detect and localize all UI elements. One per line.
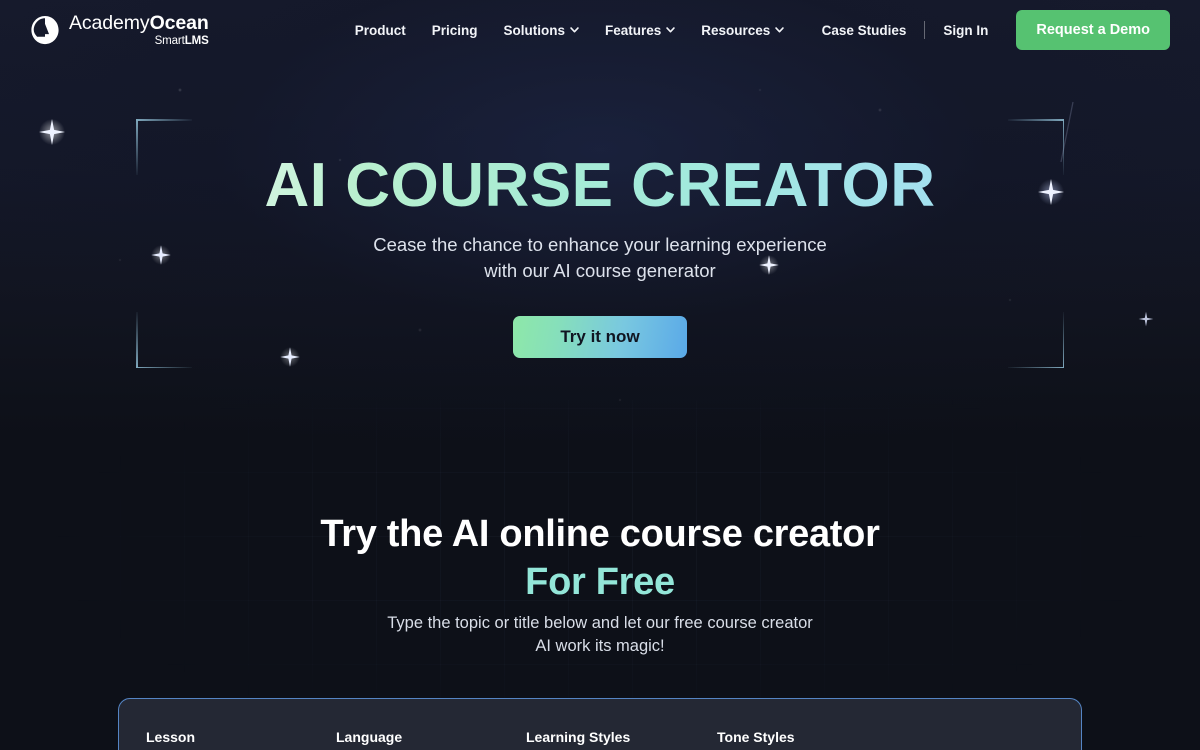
section-description-line1: Type the topic or title below and let ou… bbox=[387, 614, 813, 632]
brand-logo[interactable]: AcademyOcean SmartLMS bbox=[30, 13, 209, 47]
nav-item-solutions[interactable]: Solutions bbox=[491, 15, 593, 46]
nav-label: Features bbox=[605, 22, 662, 38]
hero-section: AI COURSE CREATOR Cease the chance to en… bbox=[0, 0, 1200, 440]
nav-label: Pricing bbox=[431, 22, 478, 38]
section-title-line1: Try the AI online course creator bbox=[320, 513, 880, 555]
chevron-down-icon bbox=[775, 27, 785, 33]
brand-tagline-bold: LMS bbox=[184, 34, 209, 47]
landing-page: AcademyOcean SmartLMS Product Pricing So… bbox=[0, 0, 1200, 750]
chevron-down-icon bbox=[666, 27, 676, 33]
nav-item-product[interactable]: Product bbox=[342, 15, 419, 46]
chevron-down-icon bbox=[570, 27, 579, 33]
section-title-accent: For Free bbox=[525, 561, 675, 603]
site-header: AcademyOcean SmartLMS Product Pricing So… bbox=[0, 0, 1200, 60]
section-description-line2: AI work its magic! bbox=[535, 637, 665, 655]
try-it-now-button[interactable]: Try it now bbox=[513, 316, 687, 358]
form-label-lesson: Lesson bbox=[146, 729, 196, 745]
form-label-tone-styles: Tone Styles bbox=[717, 729, 795, 745]
header-divider bbox=[924, 21, 926, 39]
nav-item-pricing[interactable]: Pricing bbox=[419, 15, 491, 46]
nav-item-features[interactable]: Features bbox=[592, 15, 688, 46]
form-label-language: Language bbox=[336, 729, 403, 745]
sign-in-link[interactable]: Sign In bbox=[931, 15, 1000, 46]
section-description: Type the topic or title below and let ou… bbox=[0, 612, 1200, 658]
academyocean-logo-icon bbox=[31, 15, 59, 45]
brand-name-bold: Ocean bbox=[149, 12, 209, 34]
brand-name: AcademyOcean bbox=[69, 12, 209, 34]
course-generator-form-card[interactable]: Lesson Language Learning Styles Tone Sty… bbox=[118, 698, 1082, 750]
main-navigation: Product Pricing Solutions Features Resou… bbox=[342, 15, 798, 46]
form-column-headers: Lesson Language Learning Styles Tone Sty… bbox=[119, 729, 1083, 750]
header-actions: Case Studies Sign In Request a Demo bbox=[810, 10, 1170, 50]
nav-label: Product bbox=[354, 22, 406, 38]
hero-title: AI COURSE CREATOR bbox=[0, 155, 1200, 217]
nav-item-resources[interactable]: Resources bbox=[688, 15, 797, 46]
request-demo-button[interactable]: Request a Demo bbox=[1016, 10, 1170, 50]
brand-name-light: Academy bbox=[69, 12, 150, 34]
brand-tagline-light: Smart bbox=[154, 34, 185, 47]
form-label-learning-styles: Learning Styles bbox=[526, 729, 631, 745]
brand-wordmark: AcademyOcean SmartLMS bbox=[69, 13, 209, 47]
hero-subtitle-line1: Cease the chance to enhance your learnin… bbox=[373, 234, 827, 255]
nav-item-case-studies[interactable]: Case Studies bbox=[810, 15, 919, 46]
hero-subtitle: Cease the chance to enhance your learnin… bbox=[0, 232, 1200, 284]
section-title: Try the AI online course creator For Fre… bbox=[0, 510, 1200, 606]
nav-label: Resources bbox=[701, 22, 771, 38]
hero-subtitle-line2: with our AI course generator bbox=[484, 260, 716, 281]
nav-label: Solutions bbox=[503, 22, 566, 38]
brand-tagline: SmartLMS bbox=[69, 34, 209, 48]
